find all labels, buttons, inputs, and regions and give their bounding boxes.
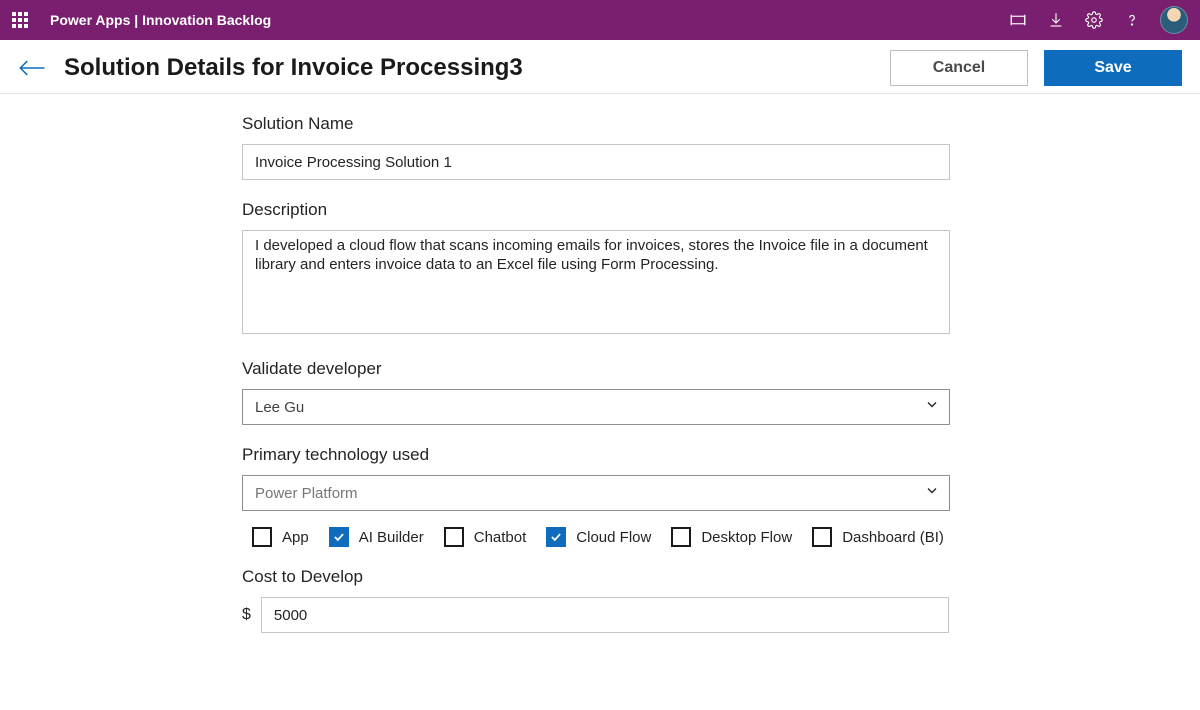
- top-bar-right: [1002, 4, 1188, 36]
- checkbox-cloud-flow[interactable]: Cloud Flow: [546, 527, 651, 547]
- primary-tech-select[interactable]: Power Platform: [242, 475, 950, 511]
- validate-developer-value: Lee Gu: [255, 399, 304, 416]
- page-title: Solution Details for Invoice Processing3: [64, 54, 523, 82]
- checkbox-label: Dashboard (BI): [842, 529, 944, 546]
- app-top-bar: Power Apps | Innovation Backlog: [0, 0, 1200, 40]
- checkbox-box: [812, 527, 832, 547]
- tech-checkbox-row: App AI Builder Chatbot Cloud Flow De: [242, 527, 960, 547]
- solution-name-input[interactable]: [242, 144, 950, 180]
- checkbox-label: Chatbot: [474, 529, 527, 546]
- solution-name-label: Solution Name: [242, 114, 960, 134]
- checkbox-box: [329, 527, 349, 547]
- primary-tech-value: Power Platform: [255, 485, 358, 502]
- gear-icon[interactable]: [1078, 4, 1110, 36]
- help-icon[interactable]: [1116, 4, 1148, 36]
- checkbox-dashboard-bi[interactable]: Dashboard (BI): [812, 527, 944, 547]
- description-textarea[interactable]: [242, 230, 950, 334]
- save-button[interactable]: Save: [1044, 50, 1182, 86]
- cancel-button[interactable]: Cancel: [890, 50, 1028, 86]
- download-icon[interactable]: [1040, 4, 1072, 36]
- form-area: Solution Name Description Validate devel…: [0, 94, 960, 633]
- checkbox-box: [252, 527, 272, 547]
- checkbox-chatbot[interactable]: Chatbot: [444, 527, 527, 547]
- checkbox-label: App: [282, 529, 309, 546]
- fit-to-screen-icon[interactable]: [1002, 4, 1034, 36]
- back-arrow-icon[interactable]: [18, 58, 46, 78]
- validate-developer-select[interactable]: Lee Gu: [242, 389, 950, 425]
- primary-tech-label: Primary technology used: [242, 445, 960, 465]
- cost-to-develop-label: Cost to Develop: [242, 567, 960, 587]
- checkbox-app[interactable]: App: [252, 527, 309, 547]
- checkbox-ai-builder[interactable]: AI Builder: [329, 527, 424, 547]
- waffle-icon[interactable]: [12, 12, 28, 28]
- checkbox-label: Cloud Flow: [576, 529, 651, 546]
- checkbox-box: [671, 527, 691, 547]
- description-label: Description: [242, 200, 960, 220]
- app-title: Power Apps | Innovation Backlog: [50, 12, 271, 28]
- cost-to-develop-input[interactable]: [261, 597, 949, 633]
- checkbox-label: Desktop Flow: [701, 529, 792, 546]
- checkbox-box: [444, 527, 464, 547]
- checkbox-label: AI Builder: [359, 529, 424, 546]
- avatar[interactable]: [1160, 6, 1188, 34]
- checkbox-desktop-flow[interactable]: Desktop Flow: [671, 527, 792, 547]
- validate-developer-label: Validate developer: [242, 359, 960, 379]
- checkbox-box: [546, 527, 566, 547]
- currency-symbol: $: [242, 606, 251, 624]
- page-header: Solution Details for Invoice Processing3…: [0, 42, 1200, 94]
